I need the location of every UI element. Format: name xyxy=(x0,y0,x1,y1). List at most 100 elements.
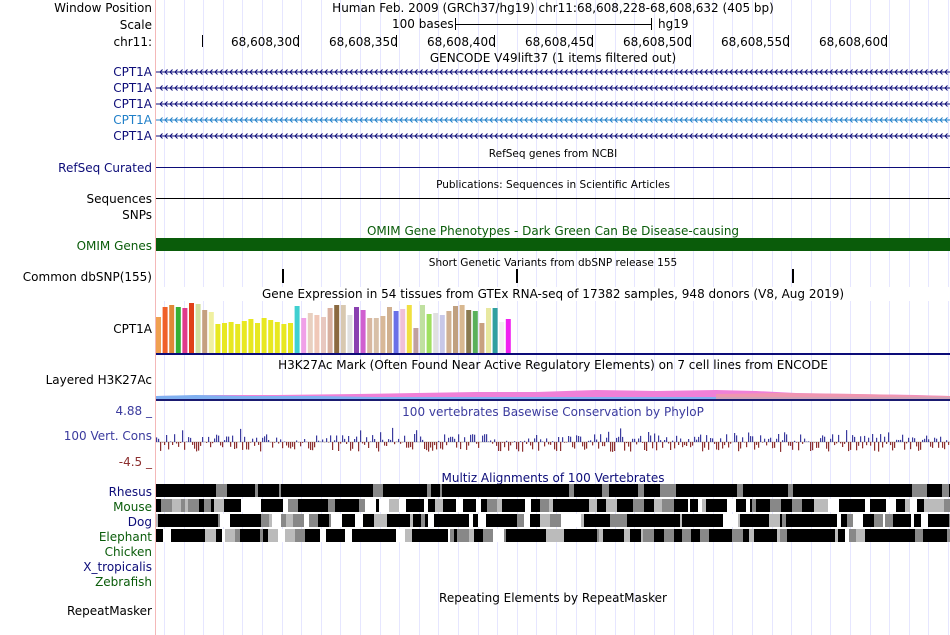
gtex-tissue-bar[interactable] xyxy=(340,305,346,353)
snp-marker[interactable] xyxy=(792,269,794,283)
gtex-tissue-bar[interactable] xyxy=(466,310,472,353)
gencode-item-label[interactable]: CPT1A xyxy=(113,97,152,111)
gencode-transcript[interactable] xyxy=(156,133,950,139)
multiz-alignment-blocks[interactable] xyxy=(156,484,950,544)
gtex-tissue-bar[interactable] xyxy=(334,305,340,353)
gtex-tissue-bar[interactable] xyxy=(387,307,392,353)
gtex-expression-bars[interactable] xyxy=(156,301,556,353)
alignment-block xyxy=(401,514,410,527)
snp-marker[interactable] xyxy=(516,269,518,283)
gtex-tissue-bar[interactable] xyxy=(492,308,498,353)
conservation-bar xyxy=(752,436,754,442)
snps-track-label[interactable]: SNPs xyxy=(122,208,152,222)
gtex-tissue-bar[interactable] xyxy=(228,322,234,353)
gtex-tissue-bar[interactable] xyxy=(288,323,293,353)
gtex-tissue-bar[interactable] xyxy=(281,324,287,353)
gtex-tissue-bar[interactable] xyxy=(499,322,505,353)
gtex-tissue-bar[interactable] xyxy=(367,318,373,353)
alignment-block xyxy=(596,484,602,497)
h3k27ac-signal[interactable] xyxy=(156,372,950,402)
gtex-tissue-bar[interactable] xyxy=(426,314,432,353)
gencode-item-label[interactable]: CPT1A xyxy=(113,113,152,127)
snp-marker[interactable] xyxy=(282,269,284,283)
omim-track-label[interactable]: OMIM Genes xyxy=(77,239,152,253)
h3k27ac-track-label[interactable]: Layered H3K27Ac xyxy=(46,373,152,387)
gtex-tissue-bar[interactable] xyxy=(182,308,188,353)
multiz-species-label[interactable]: Zebrafish xyxy=(95,575,152,589)
multiz-species-label[interactable]: Dog xyxy=(128,515,152,529)
multiz-species-label[interactable]: Mouse xyxy=(113,500,152,514)
conservation-bar xyxy=(820,438,822,442)
gtex-tissue-bar[interactable] xyxy=(406,305,412,353)
gtex-tissue-bar[interactable] xyxy=(360,310,366,353)
alignment-block xyxy=(448,484,455,497)
conservation-bar xyxy=(472,434,474,442)
gencode-transcript[interactable] xyxy=(156,117,950,123)
gtex-tissue-bar[interactable] xyxy=(439,315,445,353)
gtex-tissue-bar[interactable] xyxy=(373,318,379,353)
omim-gene-bar[interactable] xyxy=(156,238,950,251)
gtex-tissue-bar[interactable] xyxy=(420,305,425,353)
gtex-tissue-bar[interactable] xyxy=(314,315,320,353)
conservation-track-label[interactable]: 100 Vert. Cons xyxy=(64,429,152,443)
dbsnp-track-label[interactable]: Common dbSNP(155) xyxy=(23,270,152,284)
gencode-transcript[interactable] xyxy=(156,85,950,91)
gtex-tissue-bar[interactable] xyxy=(321,317,326,353)
multiz-species-label[interactable]: X_tropicalis xyxy=(83,560,152,574)
gtex-tissue-bar[interactable] xyxy=(255,323,260,353)
publications-line[interactable] xyxy=(156,198,950,199)
gtex-tissue-bar[interactable] xyxy=(195,304,201,353)
gencode-transcripts[interactable] xyxy=(156,64,950,144)
multiz-species-label[interactable]: Chicken xyxy=(105,545,152,559)
gtex-tissue-bar[interactable] xyxy=(486,308,491,353)
track-data-area[interactable]: Human Feb. 2009 (GRCh37/hg19) chr11:68,6… xyxy=(156,0,950,635)
gtex-tissue-bar[interactable] xyxy=(301,318,307,353)
refseq-gene-line[interactable] xyxy=(156,167,950,168)
gtex-tissue-bar[interactable] xyxy=(307,313,313,353)
gtex-tissue-bar[interactable] xyxy=(268,320,274,353)
gtex-tissue-bar[interactable] xyxy=(208,312,214,353)
gtex-tissue-bar[interactable] xyxy=(202,310,208,353)
gencode-item-label[interactable]: CPT1A xyxy=(113,81,152,95)
multiz-species-label[interactable]: Rhesus xyxy=(109,485,152,499)
gtex-tissue-bar[interactable] xyxy=(294,306,300,353)
alignment-block xyxy=(606,499,617,512)
gtex-tissue-bar[interactable] xyxy=(472,311,478,353)
gtex-track-label[interactable]: CPT1A xyxy=(113,322,152,336)
gtex-tissue-bar[interactable] xyxy=(222,323,227,353)
gtex-tissue-bar[interactable] xyxy=(189,303,194,353)
gtex-tissue-bar[interactable] xyxy=(354,307,359,353)
gencode-item-label[interactable]: CPT1A xyxy=(113,65,152,79)
gencode-item-label[interactable]: CPT1A xyxy=(113,129,152,143)
gtex-tissue-bar[interactable] xyxy=(261,318,267,353)
conservation-bar xyxy=(746,442,748,448)
multiz-species-label[interactable]: Elephant xyxy=(99,530,152,544)
gtex-tissue-bar[interactable] xyxy=(380,316,386,353)
gtex-tissue-bar[interactable] xyxy=(453,306,458,353)
refseq-track-label[interactable]: RefSeq Curated xyxy=(58,161,152,175)
publications-track-label[interactable]: Sequences xyxy=(87,192,152,206)
gencode-transcript[interactable] xyxy=(156,69,950,75)
repeatmasker-track-label[interactable]: RepeatMasker xyxy=(67,604,152,618)
gencode-transcript[interactable] xyxy=(156,101,950,107)
gtex-tissue-bar[interactable] xyxy=(505,319,511,353)
gtex-tissue-bar[interactable] xyxy=(274,322,280,353)
conservation-plot[interactable] xyxy=(156,418,950,472)
gtex-tissue-bar[interactable] xyxy=(215,324,221,353)
gtex-tissue-bar[interactable] xyxy=(169,305,175,353)
gtex-tissue-bar[interactable] xyxy=(241,321,247,353)
gtex-tissue-bar[interactable] xyxy=(156,317,161,353)
gtex-tissue-bar[interactable] xyxy=(446,311,452,353)
gtex-tissue-bar[interactable] xyxy=(413,328,419,353)
gtex-tissue-bar[interactable] xyxy=(433,313,439,353)
gtex-tissue-bar[interactable] xyxy=(235,324,241,353)
gtex-tissue-bar[interactable] xyxy=(400,309,406,353)
gtex-tissue-bar[interactable] xyxy=(327,308,333,353)
gtex-tissue-bar[interactable] xyxy=(347,315,353,353)
gtex-tissue-bar[interactable] xyxy=(162,307,168,353)
gtex-tissue-bar[interactable] xyxy=(479,323,485,353)
gtex-tissue-bar[interactable] xyxy=(459,305,465,353)
gtex-tissue-bar[interactable] xyxy=(393,311,399,353)
gtex-tissue-bar[interactable] xyxy=(248,319,254,353)
gtex-tissue-bar[interactable] xyxy=(175,307,181,353)
